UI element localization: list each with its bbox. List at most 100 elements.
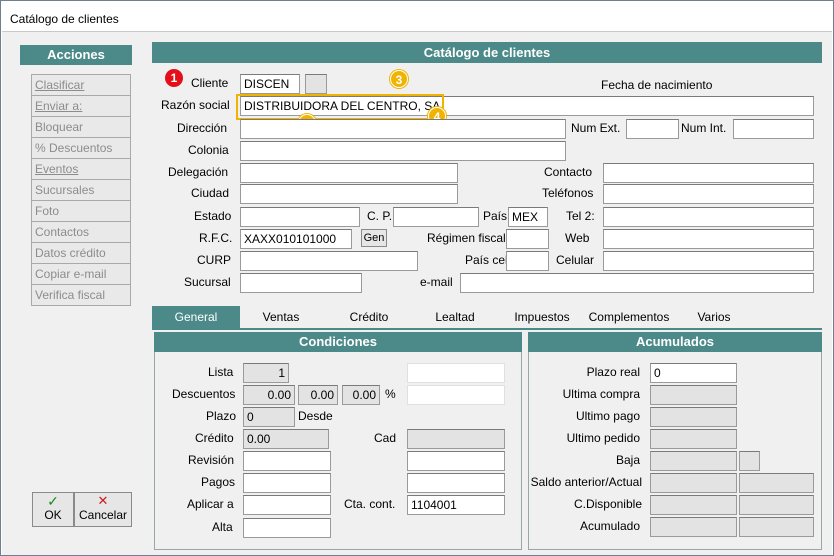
pais-label: País (483, 209, 508, 223)
ok-label: OK (44, 508, 62, 522)
gen-button[interactable]: Gen (361, 229, 387, 247)
pais-cel-input[interactable] (506, 251, 549, 271)
numext-input[interactable] (626, 119, 679, 139)
ciudad-label: Ciudad (191, 186, 230, 200)
action-copiar-email[interactable]: Copiar e-mail (31, 263, 131, 285)
action-enviar[interactable]: Enviar a: (31, 95, 131, 117)
saldo-actual-input[interactable] (739, 473, 814, 493)
delegacion-input[interactable] (240, 163, 458, 183)
tab-lealtad[interactable]: Lealtad (422, 306, 488, 328)
badge-1: 1 (165, 69, 183, 87)
cdisponible-extra-input[interactable] (739, 495, 814, 515)
acumulado-label: Acumulado (579, 519, 640, 533)
contacto-input[interactable] (603, 163, 814, 183)
direccion-label: Dirección (177, 121, 228, 135)
curp-input[interactable] (240, 251, 418, 271)
numint-input[interactable] (733, 119, 814, 139)
cliente-label: Cliente (191, 76, 229, 90)
window-title: Catálogo de clientes (10, 12, 119, 26)
tab-credito[interactable]: Crédito (336, 306, 402, 328)
desde-label: Desde (298, 409, 333, 423)
acumulado-input[interactable] (650, 517, 737, 537)
descuento-2-input[interactable]: 0.00 (298, 385, 338, 405)
saldo-label: Saldo anterior/Actual (530, 475, 642, 489)
revision-input[interactable] (243, 451, 331, 471)
lista-label: Lista (208, 365, 234, 379)
baja-extra-input[interactable] (739, 451, 760, 471)
tab-general[interactable]: General (152, 306, 240, 328)
tab-varios[interactable]: Varios (689, 306, 739, 328)
check-icon: ✓ (47, 493, 59, 509)
descuento-3-input[interactable]: 0.00 (342, 385, 380, 405)
condiciones-blank-2[interactable] (407, 385, 505, 405)
sucursal-input[interactable] (240, 273, 362, 293)
ultimo-pedido-input[interactable] (650, 429, 737, 449)
cta-cont-input[interactable]: 1104001 (407, 495, 505, 515)
contacto-label: Contacto (544, 165, 593, 179)
action-bloquear[interactable]: Bloquear (31, 116, 131, 138)
action-datos-credito[interactable]: Datos crédito (31, 242, 131, 264)
email-input[interactable] (460, 273, 814, 293)
revision-extra-input[interactable] (407, 451, 505, 471)
web-input[interactable] (603, 229, 814, 249)
main-header: Catálogo de clientes (152, 42, 822, 63)
regimen-input[interactable] (506, 229, 549, 249)
ultimo-pago-input[interactable] (650, 407, 737, 427)
estado-input[interactable] (240, 207, 360, 227)
descuento-1-input[interactable]: 0.00 (243, 385, 295, 405)
cdisponible-input[interactable] (650, 495, 737, 515)
action-eventos[interactable]: Eventos (31, 158, 131, 180)
condiciones-blank-1[interactable] (407, 363, 505, 383)
aplicar-input[interactable] (243, 495, 331, 515)
regimen-label: Régimen fiscal (427, 231, 506, 245)
acumulado-extra-input[interactable] (739, 517, 814, 537)
descuentos-label: Descuentos (172, 387, 236, 401)
plazo-input[interactable]: 0 (243, 407, 295, 427)
celular-input[interactable] (603, 251, 814, 271)
rfc-input[interactable]: XAXX010101000 (240, 229, 352, 249)
actions-header: Acciones (20, 45, 132, 65)
cliente-extra-field[interactable] (305, 74, 327, 94)
pagos-label: Pagos (201, 475, 236, 489)
plazo-label: Plazo (206, 409, 237, 423)
pagos-extra-input[interactable] (407, 473, 505, 493)
action-clasificar[interactable]: Clasificar (31, 74, 131, 96)
cad-input[interactable] (407, 429, 505, 449)
direccion-input[interactable] (240, 119, 566, 139)
cliente-input[interactable]: DISCEN (240, 74, 300, 94)
cp-input[interactable] (393, 207, 479, 227)
window: Catálogo de clientes Acciones Clasificar… (0, 0, 834, 556)
tab-impuestos[interactable]: Impuestos (507, 306, 577, 328)
action-verifica-fiscal[interactable]: Verifica fiscal (31, 284, 131, 306)
ultima-compra-input[interactable] (650, 385, 737, 405)
action-contactos[interactable]: Contactos (31, 221, 131, 243)
ciudad-input[interactable] (240, 184, 458, 204)
tel2-input[interactable] (603, 207, 814, 227)
saldo-anterior-input[interactable] (650, 473, 737, 493)
ultimo-pedido-label: Ultimo pedido (566, 431, 640, 445)
baja-input[interactable] (650, 451, 737, 471)
numint-label: Num Int. (681, 121, 727, 135)
action-descuentos[interactable]: % Descuentos (31, 137, 131, 159)
lista-input[interactable]: 1 (243, 363, 289, 383)
action-sucursales[interactable]: Sucursales (31, 179, 131, 201)
telefonos-label: Teléfonos (542, 186, 594, 200)
tab-complementos[interactable]: Complementos (584, 306, 674, 328)
colonia-input[interactable] (240, 141, 566, 161)
email-label: e-mail (420, 275, 453, 289)
credito-input[interactable]: 0.00 (243, 429, 329, 449)
ok-button[interactable]: ✓ OK (32, 492, 74, 527)
telefonos-input[interactable] (603, 184, 814, 204)
tab-ventas[interactable]: Ventas (248, 306, 314, 328)
pagos-input[interactable] (243, 473, 331, 493)
sucursal-label: Sucursal (184, 275, 231, 289)
cdisponible-label: C.Disponible (573, 497, 642, 511)
baja-label: Baja (615, 453, 640, 467)
percent-label: % (385, 387, 396, 401)
cancel-button[interactable]: ✕ Cancelar (74, 492, 132, 527)
pais-input[interactable]: MEX (508, 207, 548, 227)
plazo-real-input[interactable]: 0 (650, 363, 737, 383)
action-foto[interactable]: Foto (31, 200, 131, 222)
revision-label: Revisión (188, 453, 235, 467)
alta-input[interactable] (243, 518, 331, 538)
